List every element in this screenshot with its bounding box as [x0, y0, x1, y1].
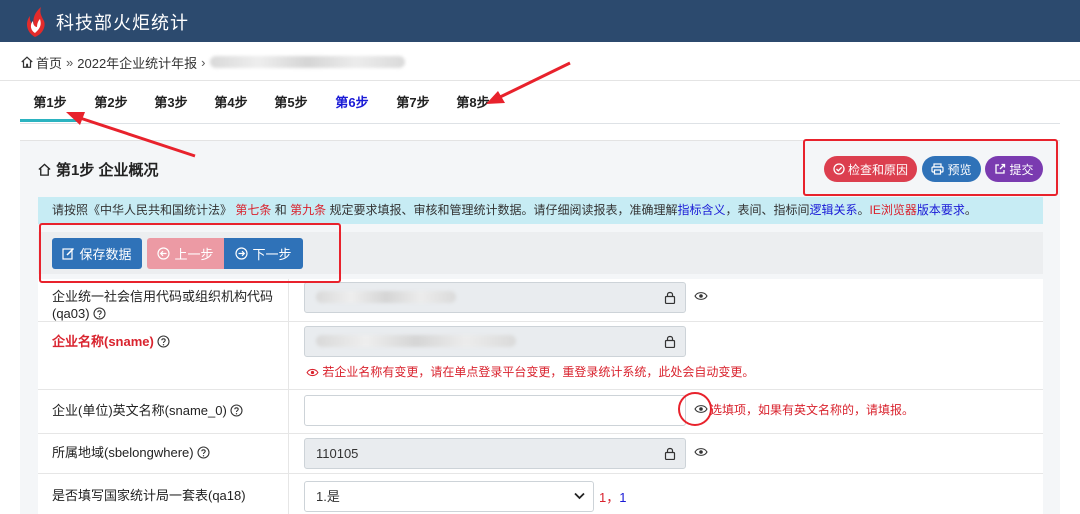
region-label: 所属地域(sbelongwhere) — [52, 444, 210, 461]
breadcrumb-company-redacted — [209, 56, 405, 68]
company-name-hint: 若企业名称有变更，请在单点登录平台变更，重登录统计系统，此处会自动变更。 — [306, 363, 754, 380]
notice-text: ，表间、指标间 — [725, 203, 810, 217]
home-icon — [21, 56, 33, 68]
notice-text: 规定要求填报、审核和管理统计数据。请仔细阅读报表，准确理解 — [329, 203, 678, 217]
notice-text: 请按照《中华人民共和国统计法》 — [52, 203, 233, 217]
qa18-code-2: 1 — [619, 490, 627, 505]
eye-icon[interactable] — [694, 447, 708, 457]
torch-logo-icon — [27, 7, 45, 37]
english-name-label: 企业(单位)英文名称(sname_0) — [52, 402, 243, 419]
qa18-codes: 1，1 — [599, 487, 626, 506]
company-name-redacted — [316, 335, 516, 347]
eye-icon[interactable] — [694, 291, 708, 301]
annotation-box-save — [39, 223, 341, 283]
row-divider — [38, 473, 1043, 474]
row-divider — [38, 433, 1043, 434]
home-icon — [38, 163, 51, 176]
help-icon[interactable] — [157, 335, 170, 348]
english-name-input[interactable] — [304, 395, 686, 426]
annotation-circle-eye — [678, 392, 712, 426]
breadcrumb-home-link[interactable]: 首页 — [36, 53, 62, 72]
region-label-text: 所属地域(sbelongwhere) — [52, 445, 194, 460]
tab-step-5[interactable]: 第5步 — [261, 86, 321, 122]
company-name-hint-text: 若企业名称有变更，请在单点登录平台变更，重登录统计系统，此处会自动变更。 — [322, 365, 755, 379]
lock-icon — [664, 447, 676, 460]
qa18-selected-value: 1.是 — [316, 489, 340, 504]
article-7-link[interactable]: 第七条 — [235, 203, 271, 217]
panel-title-text: 第1步 企业概况 — [56, 162, 159, 179]
company-name-label-text: 企业名称(sname) — [52, 334, 154, 349]
row-divider — [38, 389, 1043, 390]
credit-code-label-line1: 企业统一社会信用代码或组织机构代码 — [52, 289, 274, 304]
article-9-link[interactable]: 第九条 — [290, 203, 326, 217]
region-value: 110105 — [316, 446, 359, 461]
help-icon[interactable] — [197, 446, 210, 459]
help-icon[interactable] — [93, 307, 106, 320]
step-tabs: 第1步 第2步 第3步 第4步 第5步 第6步 第7步 第8步 — [20, 86, 1060, 124]
notice-text: 和 — [274, 203, 287, 217]
tab-step-4[interactable]: 第4步 — [201, 86, 261, 122]
tab-step-7[interactable]: 第7步 — [383, 86, 443, 122]
company-name-label: 企业名称(sname) — [52, 333, 170, 350]
qa18-select[interactable]: 1.是 — [304, 481, 594, 512]
english-name-hint: 选填项，如果有英文名称的，请填报。 — [710, 403, 915, 417]
annotation-box-actions — [803, 139, 1058, 196]
eye-icon — [306, 368, 319, 377]
breadcrumb-separator: » — [66, 54, 74, 70]
tab-step-8[interactable]: 第8步 — [443, 86, 503, 122]
credit-code-label: 企业统一社会信用代码或组织机构代码 (qa03) — [52, 288, 273, 322]
app-title: 科技部火炬统计 — [56, 13, 189, 33]
credit-code-label-line2: (qa03) — [52, 306, 90, 321]
divider — [0, 80, 1080, 81]
lock-icon — [664, 335, 676, 348]
qa18-label: 是否填写国家统计局一套表(qa18) — [52, 488, 246, 503]
column-divider — [288, 279, 289, 514]
panel-title: 第1步 企业概况 — [37, 159, 159, 180]
tab-step-1[interactable]: 第1步 — [20, 86, 80, 122]
qa18-comma: ， — [606, 490, 620, 505]
version-requirement-link[interactable]: 版本要求 — [917, 203, 965, 217]
notice-text: 。 — [964, 203, 977, 217]
notice-text: 。 — [857, 203, 870, 217]
english-name-label-text: 企业(单位)英文名称(sname_0) — [52, 403, 227, 418]
credit-code-field[interactable] — [304, 282, 686, 313]
chevron-down-icon — [574, 492, 585, 500]
credit-code-redacted — [316, 291, 456, 303]
region-field[interactable]: 110105 — [304, 438, 686, 469]
help-icon[interactable] — [230, 404, 243, 417]
breadcrumb-report-link[interactable]: 2022年企业统计年报 — [77, 53, 197, 72]
top-bar: 科技部火炬统计 — [0, 0, 1080, 42]
company-name-field[interactable] — [304, 326, 686, 357]
ie-browser-link[interactable]: IE浏览器 — [870, 203, 917, 217]
breadcrumb: 首页 » 2022年企业统计年报 › — [20, 52, 405, 72]
breadcrumb-separator: › — [201, 54, 206, 70]
indicator-meaning-link[interactable]: 指标含义 — [677, 203, 725, 217]
logic-relation-link[interactable]: 逻辑关系 — [809, 203, 857, 217]
tab-step-3[interactable]: 第3步 — [141, 86, 201, 122]
lock-icon — [664, 291, 676, 304]
statute-notice: 请按照《中华人民共和国统计法》 第七条 和 第九条 规定要求填报、审核和管理统计… — [38, 197, 1043, 224]
tab-step-2[interactable]: 第2步 — [81, 86, 141, 122]
tab-step-6[interactable]: 第6步 — [322, 86, 382, 122]
